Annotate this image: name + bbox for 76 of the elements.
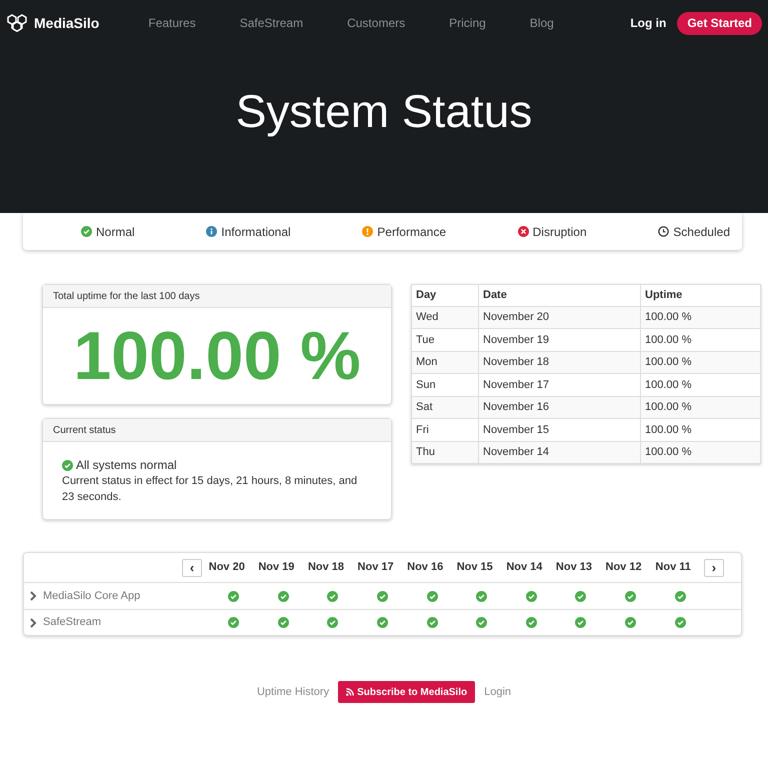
nav-link[interactable]: Customers <box>347 14 406 32</box>
rss-icon <box>346 688 354 696</box>
nav-link[interactable]: Features <box>148 14 196 32</box>
get-started-button[interactable]: Get Started <box>677 12 762 34</box>
day-header: Nov 17 <box>356 560 395 576</box>
check-circle-icon <box>476 617 488 628</box>
table-cell: 100.00 % <box>640 441 760 464</box>
day-header: Nov 18 <box>306 560 346 576</box>
check-circle-icon <box>575 617 586 628</box>
uptime-history-link[interactable]: Uptime History <box>256 684 330 700</box>
card-heading: Current status <box>53 424 116 438</box>
table-cell: November 14 <box>478 441 640 464</box>
legend-label: Disruption <box>532 224 587 240</box>
day-header: Nov 11 <box>654 560 692 576</box>
status-detail: Current status in effect for 15 days, 21 hours, 8 minutes, and 23 seconds. <box>62 474 358 505</box>
table-cell: Tue <box>412 328 478 352</box>
check-circle-icon <box>278 590 289 602</box>
component-name: SafeStream <box>43 615 102 630</box>
check-circle-icon <box>674 590 686 602</box>
check-circle-icon <box>426 590 438 602</box>
legend-label: Performance <box>377 224 446 240</box>
check-circle-icon <box>228 590 240 602</box>
login-link[interactable]: Login <box>484 684 512 700</box>
nav-link[interactable]: SafeStream <box>240 14 304 32</box>
check-circle-icon <box>327 590 338 602</box>
column-header: Date <box>478 284 640 306</box>
day-header: Nov 12 <box>604 560 643 576</box>
login-link[interactable]: Log in <box>630 14 666 32</box>
nav-link[interactable]: Pricing <box>449 14 486 32</box>
table-cell: November 19 <box>478 328 640 352</box>
table-cell: Fri <box>412 418 478 442</box>
table-cell: November 15 <box>478 418 640 442</box>
component-name: MediaSilo Core App <box>43 588 142 604</box>
day-header: Nov 20 <box>208 560 246 576</box>
chevron-right-icon[interactable] <box>29 591 37 601</box>
day-header: Nov 16 <box>406 560 444 576</box>
card-heading: Total uptime for the last 100 days <box>53 290 200 304</box>
table-cell: November 17 <box>478 374 640 396</box>
check-circle-icon <box>62 460 73 470</box>
legend-label: Scheduled <box>673 224 730 240</box>
check-circle-icon <box>377 617 388 628</box>
table-cell: 100.00 % <box>640 418 760 442</box>
table-cell: Sun <box>412 374 478 396</box>
day-header: Nov 13 <box>554 560 593 576</box>
table-cell: 100.00 % <box>640 328 760 352</box>
check-circle-icon <box>426 617 438 628</box>
brand-name[interactable]: MediaSilo <box>34 12 100 34</box>
status-title: All systems normal <box>76 457 177 473</box>
legend-label: Normal <box>96 224 135 240</box>
day-header: Nov 14 <box>505 560 544 576</box>
check-circle-icon <box>526 590 537 602</box>
check-circle-icon <box>625 590 636 602</box>
day-header: Nov 19 <box>257 560 296 576</box>
next-button[interactable]: › <box>704 558 724 576</box>
previous-button[interactable]: ‹ <box>182 558 202 576</box>
column-header: Uptime <box>640 284 760 306</box>
logo-icon <box>6 12 28 34</box>
check-circle-icon <box>575 590 586 602</box>
day-header: Nov 15 <box>456 560 494 576</box>
table-cell: 100.00 % <box>640 374 760 396</box>
check-circle-icon <box>377 590 388 602</box>
legend-label: Informational <box>221 224 291 240</box>
check-circle-icon <box>625 617 636 628</box>
check-circle-icon <box>278 617 289 628</box>
page-title: System Status <box>236 84 532 139</box>
check-circle-icon <box>228 617 240 628</box>
check-circle-icon <box>526 617 537 628</box>
column-header: Day <box>412 284 478 306</box>
check-circle-icon <box>674 617 686 628</box>
chevron-right-icon[interactable] <box>29 618 37 628</box>
table-cell: Thu <box>412 441 478 464</box>
check-circle-icon <box>327 617 338 628</box>
subscribe-button[interactable]: Subscribe to MediaSilo <box>338 681 476 703</box>
nav-link[interactable]: Blog <box>530 14 554 32</box>
check-circle-icon <box>476 590 488 602</box>
uptime-value: 100.00 % <box>73 322 361 390</box>
